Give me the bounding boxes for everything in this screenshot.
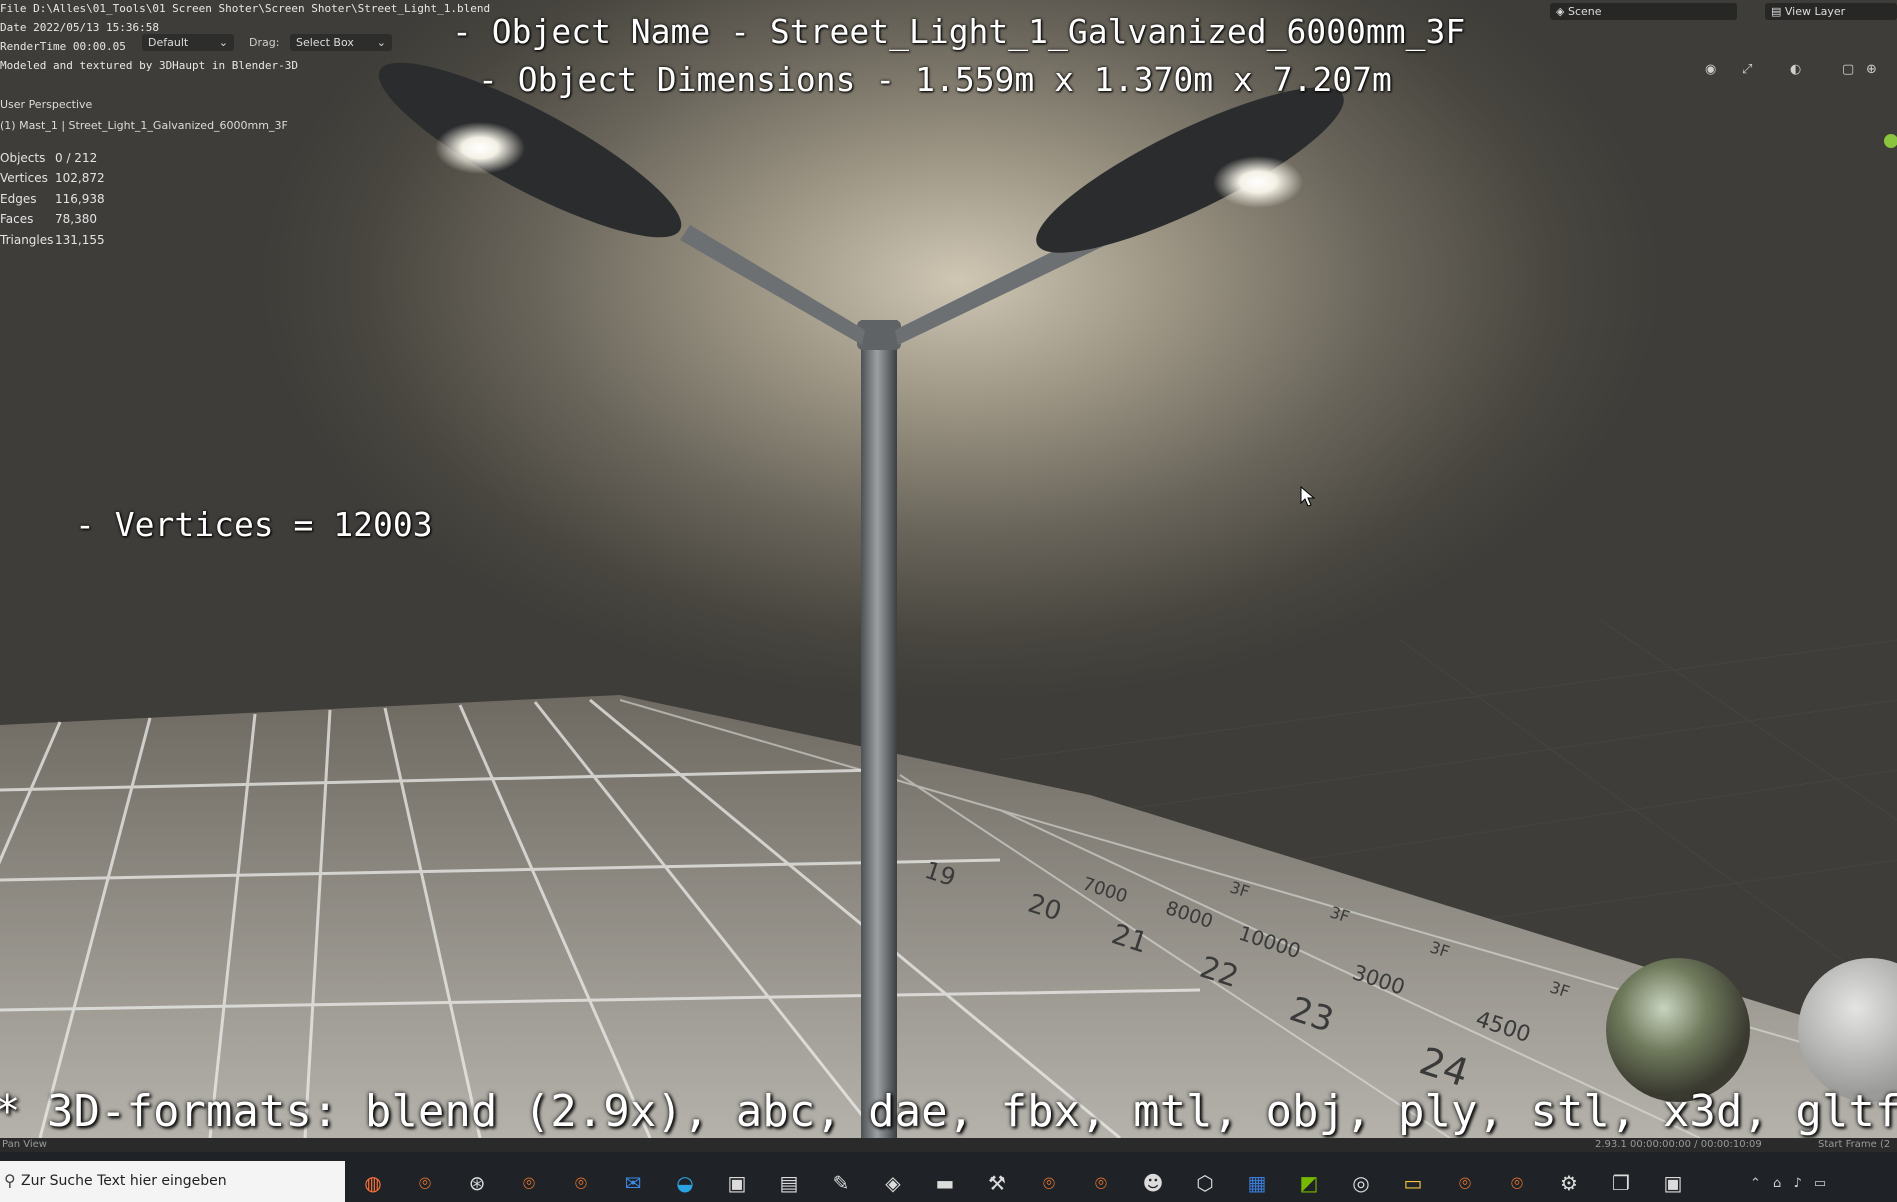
status-version-time: 2.93.1 00:00:00:00 / 00:00:10:09 <box>1595 1139 1762 1150</box>
view-layer-selector[interactable]: ▤ View Layer <box>1765 3 1897 20</box>
stat-value: 102,872 <box>55 171 105 185</box>
object-name-title: - Object Name - Street_Light_1_Galvanize… <box>452 12 1466 51</box>
stat-label: Edges <box>0 192 37 206</box>
system-tray: ⌃ ⌂ ♪ ▭ <box>1750 1176 1826 1191</box>
blender-icon[interactable]: ⌾ <box>568 1170 594 1196</box>
stat-value: 116,938 <box>55 192 105 206</box>
stats-panel: Objects 0 / 212 Vertices 102,872 Edges 1… <box>0 151 120 251</box>
xray-icon[interactable]: ▢ <box>1842 62 1862 78</box>
battery-icon[interactable]: ▭ <box>1814 1176 1826 1191</box>
files-icon[interactable]: ❐ <box>1608 1170 1634 1196</box>
scene-label: Scene <box>1567 5 1602 18</box>
stat-label: Objects <box>0 151 46 165</box>
blender-icon[interactable]: ⌾ <box>1036 1170 1062 1196</box>
settings-icon[interactable]: ⚙ <box>1556 1170 1582 1196</box>
firefox-icon[interactable]: ◍ <box>360 1170 386 1196</box>
object-dimensions-title: - Object Dimensions - 1.559m x 1.370m x … <box>478 60 1392 99</box>
taskbar-search[interactable]: ⚲ Zur Suche Text hier eingeben <box>0 1161 345 1202</box>
view-layer-icon: ▤ <box>1771 5 1785 18</box>
status-left: Pan View <box>2 1139 47 1150</box>
mail-icon[interactable]: ✉ <box>620 1170 646 1196</box>
orientation-dropdown[interactable]: Default ⌄ <box>142 34 234 51</box>
perspective-label: User Perspective <box>0 98 93 111</box>
app-icon[interactable]: ▣ <box>724 1170 750 1196</box>
explorer-icon[interactable]: ▭ <box>1400 1170 1426 1196</box>
cube-icon[interactable]: ⬡ <box>1192 1170 1218 1196</box>
credit-text: Modeled and textured by 3DHaupt in Blend… <box>0 59 299 72</box>
stat-label: Faces <box>0 212 34 226</box>
vertices-note: - Vertices = 12003 <box>75 505 433 544</box>
scene-render <box>0 62 1897 1138</box>
wireframe-shading-icon[interactable]: ⊕ <box>1866 62 1886 78</box>
render-time: RenderTime 00:00.05 <box>0 40 126 53</box>
status-bar: Pan View 2.93.1 00:00:00:00 / 00:00:10:0… <box>0 1138 1897 1152</box>
mouse-cursor-icon <box>1300 486 1316 507</box>
chevron-down-icon: ⌄ <box>218 36 228 49</box>
gizmo-icon[interactable]: ⤢ <box>1742 62 1762 78</box>
3d-viewport[interactable]: 19 20 7000 21 8000 3F 22 10000 3F 23 300… <box>0 0 1897 1138</box>
stat-value: 0 / 212 <box>55 151 98 165</box>
orientation-value: Default <box>148 36 189 49</box>
tool-icon[interactable]: ⚒ <box>984 1170 1010 1196</box>
date-info: Date 2022/05/13 15:36:58 <box>0 21 159 34</box>
drag-value: Select Box <box>296 36 354 49</box>
blender-icon[interactable]: ⌾ <box>1088 1170 1114 1196</box>
obs-icon[interactable]: ◎ <box>1348 1170 1374 1196</box>
network-icon[interactable]: ⌂ <box>1773 1176 1781 1191</box>
stat-label: Triangles <box>0 233 54 247</box>
paint-icon[interactable]: ✎ <box>828 1170 854 1196</box>
app-icon[interactable]: ▣ <box>1660 1170 1686 1196</box>
outlook-icon[interactable]: ◈ <box>880 1170 906 1196</box>
blender-icon[interactable]: ⌾ <box>516 1170 542 1196</box>
nvidia-icon[interactable]: ◩ <box>1296 1170 1322 1196</box>
volume-icon[interactable]: ♪ <box>1793 1176 1801 1191</box>
active-object-label: (1) Mast_1 | Street_Light_1_Galvanized_6… <box>0 119 288 132</box>
chevron-down-icon: ⌄ <box>376 36 386 49</box>
overlay-icon[interactable]: ◐ <box>1790 62 1810 78</box>
terminal-icon[interactable]: ▬ <box>932 1170 958 1196</box>
status-start-frame: Start Frame (2 <box>1818 1139 1891 1150</box>
drag-dropdown[interactable]: Select Box ⌄ <box>290 34 392 51</box>
edge-icon[interactable]: ◒ <box>672 1170 698 1196</box>
scene-icon: ◈ <box>1556 5 1568 18</box>
formats-banner: * 3D-formats: blend (2.9x), abc, dae, fb… <box>0 1086 1897 1137</box>
blender-icon[interactable]: ⌾ <box>1504 1170 1530 1196</box>
calendar-icon[interactable]: ▦ <box>1244 1170 1270 1196</box>
blender-icon[interactable]: ⌾ <box>1452 1170 1478 1196</box>
steam-icon[interactable]: ⊛ <box>464 1170 490 1196</box>
notes-icon[interactable]: ▤ <box>776 1170 802 1196</box>
blender-icon[interactable]: ⌾ <box>412 1170 438 1196</box>
axis-y-icon[interactable] <box>1884 134 1897 148</box>
search-icon: ⚲ <box>4 1171 16 1190</box>
stat-value: 78,380 <box>55 212 97 226</box>
stat-label: Vertices <box>0 171 48 185</box>
chevron-up-icon[interactable]: ⌃ <box>1750 1176 1761 1191</box>
drag-label: Drag: <box>249 36 280 49</box>
visibility-icon[interactable]: ◉ <box>1705 62 1725 78</box>
file-info: File D:\Alles\01_Tools\01 Screen Shoter\… <box>0 2 491 15</box>
panda-icon[interactable]: ☻ <box>1140 1170 1166 1196</box>
stat-value: 131,155 <box>55 233 105 247</box>
view-layer-label: View Layer <box>1784 5 1846 18</box>
scene-selector[interactable]: ◈ Scene <box>1550 3 1737 20</box>
search-placeholder: Zur Suche Text hier eingeben <box>21 1173 227 1189</box>
